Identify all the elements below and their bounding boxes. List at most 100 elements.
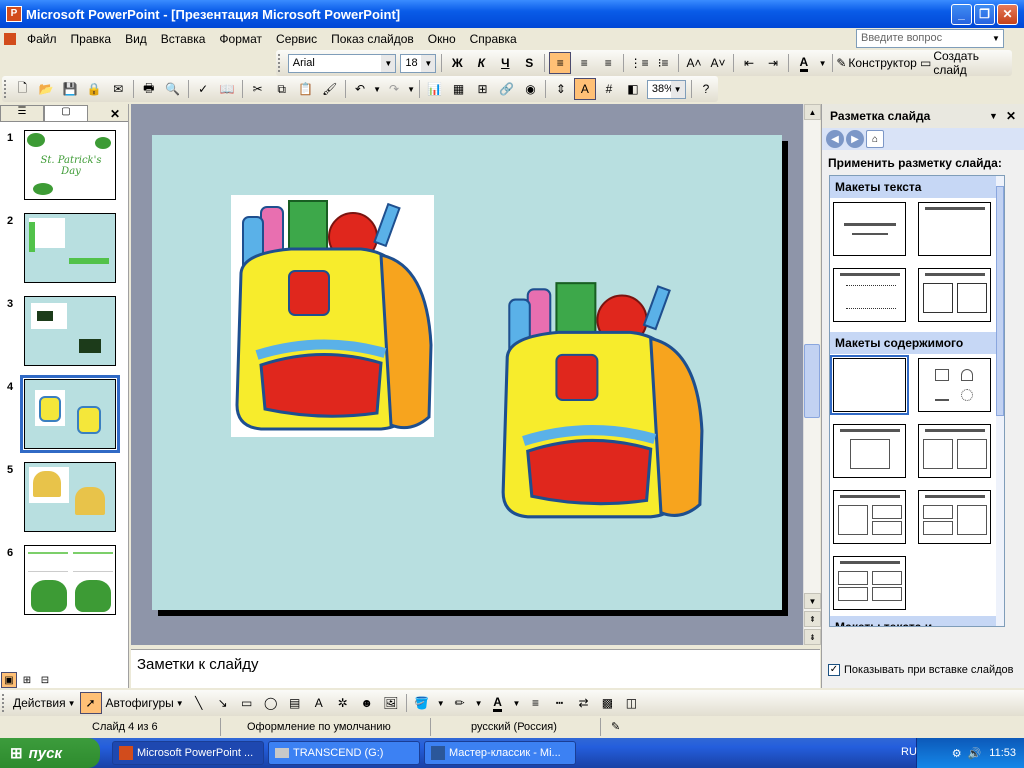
diagram-icon[interactable]: ✲ <box>332 692 354 714</box>
minimize-button[interactable]: _ <box>951 3 972 25</box>
save-icon[interactable]: 💾 <box>59 78 81 100</box>
vertical-scrollbar[interactable]: ▲ ▼ ⇞ ⇟ <box>803 104 821 645</box>
fill-color-icon[interactable]: 🪣 <box>411 692 433 714</box>
tables-borders-icon[interactable]: ⊞ <box>471 78 493 100</box>
menu-edit[interactable]: Правка <box>64 32 119 46</box>
taskbar-item-word[interactable]: Мастер-классик - Mi... <box>424 741 576 765</box>
layout-content[interactable] <box>918 358 991 412</box>
dash-style-icon[interactable]: ┅ <box>548 692 570 714</box>
help-icon[interactable]: ? <box>695 78 717 100</box>
rectangle-icon[interactable]: ▭ <box>236 692 258 714</box>
tab-outline[interactable]: ☰ <box>0 105 44 121</box>
insert-chart-icon[interactable]: 📊 <box>423 78 445 100</box>
open-folder-icon[interactable]: 📂 <box>35 78 57 100</box>
backpack-picture-white[interactable] <box>231 195 434 437</box>
toolbar-grip[interactable] <box>2 694 7 712</box>
oval-icon[interactable]: ◯ <box>260 692 282 714</box>
increase-indent-icon[interactable]: ⇥ <box>762 52 784 74</box>
home-icon[interactable]: ⌂ <box>866 130 884 148</box>
font-color-icon[interactable]: A <box>487 692 509 714</box>
chevron-down-icon[interactable]: ▼ <box>817 52 828 74</box>
scroll-up-icon[interactable]: ▲ <box>804 104 821 120</box>
chevron-down-icon[interactable]: ▼ <box>511 692 523 714</box>
restore-button[interactable]: ❐ <box>974 3 995 25</box>
layout-title-four-content[interactable] <box>833 556 906 610</box>
select-pointer-icon[interactable]: ➚ <box>79 692 102 714</box>
layout-title-only[interactable] <box>918 202 991 256</box>
previous-slide-icon[interactable]: ⇞ <box>804 611 821 627</box>
shadow-button[interactable]: S <box>518 52 540 74</box>
arrow-style-icon[interactable]: ⇄ <box>572 692 594 714</box>
picture-icon[interactable]: 🖼 <box>380 692 402 714</box>
numbered-list-icon[interactable]: ⋮≡ <box>628 52 650 74</box>
align-center-icon[interactable]: ≡ <box>573 52 595 74</box>
next-slide-icon[interactable]: ⇟ <box>804 629 821 645</box>
chevron-down-icon[interactable]: ▼ <box>373 78 381 100</box>
bullet-list-icon[interactable]: ⁝≡ <box>652 52 674 74</box>
show-on-insert-checkbox[interactable]: ✓ Показывать при вставке слайдов <box>828 664 1014 676</box>
layout-title-slide[interactable] <box>833 202 906 256</box>
back-arrow-icon[interactable]: ◀ <box>826 130 844 148</box>
3d-style-icon[interactable]: ◫ <box>620 692 642 714</box>
clock[interactable]: 11:53 <box>989 747 1016 759</box>
chevron-down-icon[interactable]: ▼ <box>407 78 415 100</box>
hyperlink-icon[interactable]: 🔗 <box>495 78 517 100</box>
menu-format[interactable]: Формат <box>212 32 269 46</box>
ask-question-input[interactable]: Введите вопрос ▼ <box>856 29 1004 48</box>
increase-font-icon[interactable]: A˄ <box>683 52 705 74</box>
new-slide-button[interactable]: ▭ Создать слайд <box>918 49 1011 77</box>
email-icon[interactable]: ✉ <box>107 78 129 100</box>
close-icon[interactable]: ✕ <box>1006 109 1016 123</box>
arrow-icon[interactable]: ↘ <box>212 692 234 714</box>
bold-button[interactable]: Ж <box>446 52 468 74</box>
spelling-status-icon[interactable]: ✎ <box>600 718 628 736</box>
font-select[interactable]: Arial ▼ <box>287 53 397 73</box>
layout-title-two-content[interactable] <box>918 424 991 478</box>
slide-sorter-icon[interactable]: ⊞ <box>19 672 35 688</box>
close-button[interactable]: ✕ <box>997 3 1018 25</box>
ask-dropdown-icon[interactable]: ▼ <box>989 30 1003 47</box>
slideshow-icon[interactable]: ⊟ <box>37 672 53 688</box>
language-indicator[interactable]: RU <box>901 746 917 758</box>
italic-button[interactable]: К <box>470 52 492 74</box>
slide-thumbnail[interactable] <box>24 462 116 532</box>
volume-icon[interactable]: 🔊 <box>968 747 982 760</box>
show-formatting-icon[interactable]: A <box>573 78 596 100</box>
slide-thumbnail[interactable]: St. Patrick's Day <box>24 130 116 200</box>
copy-icon[interactable]: ⧉ <box>271 78 293 100</box>
slide-thumbnail[interactable] <box>24 213 116 283</box>
spelling-icon[interactable]: ✓ <box>192 78 214 100</box>
chevron-down-icon[interactable]: ▼ <box>473 692 485 714</box>
chevron-down-icon[interactable]: ▼ <box>381 54 396 72</box>
redo-icon[interactable]: ↷ <box>383 78 405 100</box>
undo-icon[interactable]: ↶ <box>349 78 371 100</box>
actions-menu[interactable]: Действия ▼ <box>11 692 78 714</box>
normal-view-icon[interactable]: ▣ <box>1 672 17 688</box>
chevron-down-icon[interactable]: ▼ <box>989 111 998 121</box>
layout-title-two-columns[interactable] <box>918 268 991 322</box>
print-icon[interactable]: 🖶 <box>138 78 160 100</box>
format-painter-icon[interactable]: 🖌 <box>319 78 341 100</box>
font-color-icon[interactable]: A <box>793 52 815 74</box>
menu-window[interactable]: Окно <box>421 32 463 46</box>
scroll-thumb[interactable] <box>996 186 1004 416</box>
layout-title-content-2over[interactable] <box>833 490 906 544</box>
autoshapes-menu[interactable]: Автофигуры ▼ <box>104 692 186 714</box>
notes-pane[interactable]: Заметки к слайду <box>131 649 820 688</box>
shadow-style-icon[interactable]: ▩ <box>596 692 618 714</box>
underline-button[interactable]: Ч <box>494 52 516 74</box>
menu-insert[interactable]: Вставка <box>154 32 213 46</box>
research-icon[interactable]: 📖 <box>216 78 238 100</box>
scroll-down-icon[interactable]: ▼ <box>804 593 821 609</box>
align-left-icon[interactable]: ≡ <box>549 52 572 74</box>
layout-title-2over-content[interactable] <box>918 490 991 544</box>
menu-tools[interactable]: Сервис <box>269 32 324 46</box>
align-right-icon[interactable]: ≡ <box>597 52 619 74</box>
taskbar-item-powerpoint[interactable]: Microsoft PowerPoint ... <box>112 741 264 765</box>
print-preview-icon[interactable]: 🔍 <box>162 78 184 100</box>
font-size-select[interactable]: 18 ▼ <box>400 53 437 73</box>
menu-slideshow[interactable]: Показ слайдов <box>324 32 421 46</box>
color-grayscale-icon[interactable]: ◧ <box>622 78 644 100</box>
current-slide[interactable] <box>152 135 782 610</box>
layouts-list[interactable]: Макеты текста Макеты содержимого Макеты … <box>829 175 1005 627</box>
